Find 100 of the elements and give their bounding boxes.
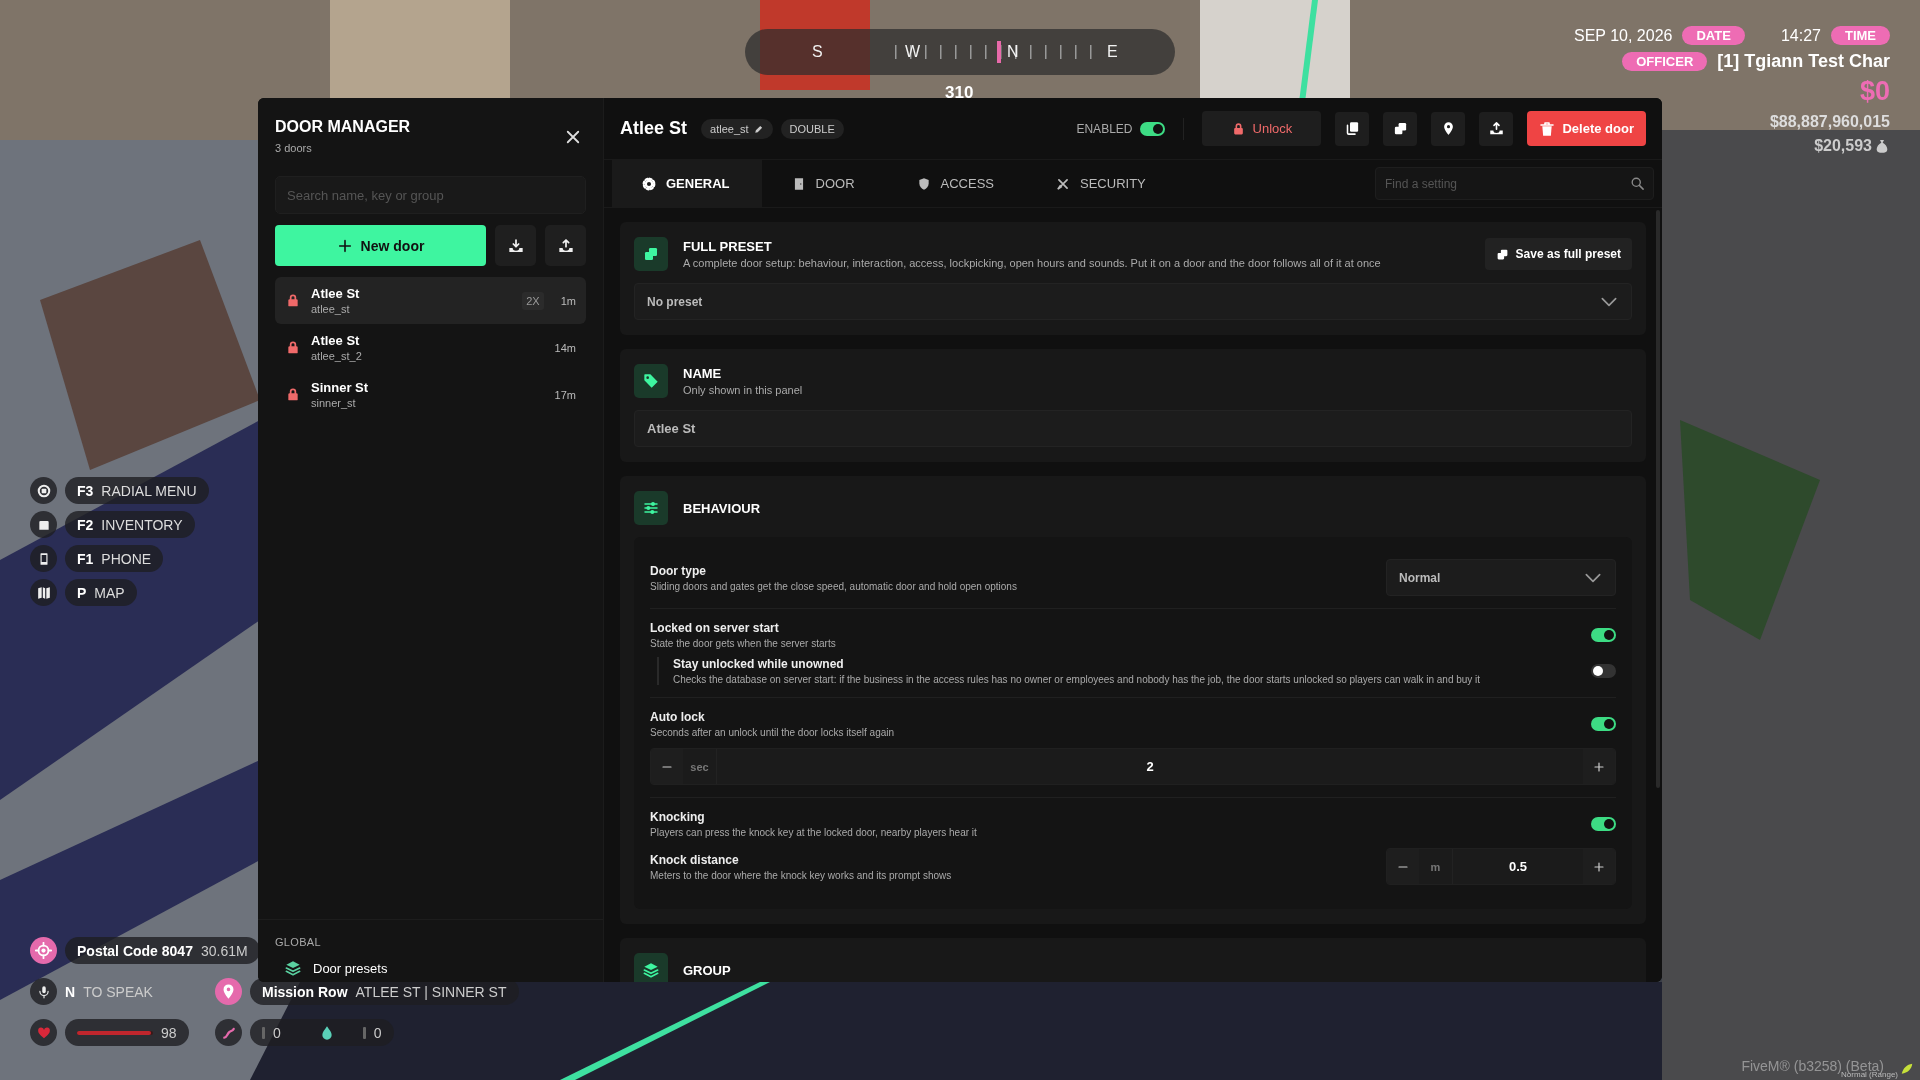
microphone-icon	[36, 984, 51, 999]
distance-text: 30.61M	[200, 942, 248, 959]
plus-icon	[1593, 760, 1605, 773]
toggle-switch[interactable]	[1591, 817, 1616, 831]
enabled-label: ENABLED	[1076, 121, 1133, 136]
type-tag: DOUBLE	[780, 118, 844, 139]
sidebar-link[interactable]: Door presets	[275, 960, 586, 976]
compass-direction: E	[1107, 43, 1118, 61]
setting-description: Seconds after an unlock until the door locks itself again	[650, 727, 896, 738]
tag-icon	[643, 373, 659, 389]
hotkey-label: RADIAL MENU	[101, 482, 197, 499]
voice-key: N	[65, 983, 76, 1000]
new-door-button[interactable]: New door	[275, 225, 486, 266]
hotkey-key: F1	[77, 550, 94, 567]
job-badge: OFFICER	[1622, 52, 1708, 71]
duplicate-icon	[1393, 121, 1408, 136]
door-key: atlee_st	[311, 303, 512, 315]
unit-label: sec	[683, 749, 717, 784]
setting-label: Door type	[650, 563, 707, 578]
upload-icon	[557, 237, 574, 254]
section-title: NAME	[683, 366, 723, 381]
dropdown-value: Normal	[1399, 570, 1441, 585]
value-field[interactable]: 0.5	[1453, 849, 1583, 884]
compass-direction: W	[905, 43, 921, 61]
door-count: 3 doors	[275, 142, 313, 154]
target-icon	[35, 942, 52, 959]
key-chip[interactable]: atlee_st	[701, 118, 773, 139]
download-icon	[507, 237, 524, 254]
gauge-icon	[262, 1026, 265, 1039]
unit-label: m	[1419, 849, 1453, 884]
door-list-item[interactable]: Atlee St atlee_st 2X 1m	[275, 277, 586, 324]
layers-icon	[285, 960, 301, 976]
door-list-item[interactable]: Atlee St atlee_st_2 14m	[275, 324, 586, 371]
compass-heading: 310	[945, 83, 974, 98]
location-button[interactable]	[1431, 111, 1466, 146]
toggle-switch[interactable]	[1140, 121, 1166, 136]
search-icon	[1630, 176, 1645, 191]
postal-code: Postal Code 8047	[77, 942, 193, 959]
door-badge: 2X	[522, 291, 544, 310]
name-field[interactable]: Atlee St	[634, 410, 1632, 447]
voice-label: TO SPEAK	[83, 983, 153, 1000]
bank-amount: $88,887,960,015	[1769, 113, 1890, 131]
date-text: SEP 10, 2026	[1574, 26, 1673, 45]
money-bag-icon	[1874, 138, 1890, 154]
tab[interactable]: SECURITY	[1026, 160, 1178, 207]
section-label: GLOBAL	[275, 936, 322, 948]
number-stepper[interactable]: m 0.5	[1386, 848, 1616, 885]
setting-label: Knock distance	[650, 852, 740, 867]
tab[interactable]: ACCESS	[886, 160, 1027, 207]
preset-dropdown[interactable]: No preset	[634, 283, 1632, 320]
dropdown[interactable]: Normal	[1386, 559, 1616, 596]
money-amount: $20,593	[1814, 137, 1872, 155]
value-field[interactable]: 2	[717, 749, 1583, 784]
area-name: Mission Row	[262, 983, 348, 1000]
pencil-icon	[753, 123, 764, 134]
hotkey-key: P	[77, 584, 87, 601]
door-name: Atlee St	[311, 286, 361, 301]
duplicate-icon	[1495, 247, 1509, 261]
section-subtitle: Only shown in this panel	[683, 384, 804, 396]
toggle-switch[interactable]	[1591, 664, 1616, 678]
heart-icon	[36, 1025, 51, 1040]
copy-button[interactable]	[1335, 111, 1370, 146]
setting-description: Meters to the door where the knock key works and its prompt shows	[650, 869, 953, 881]
setting-label: Auto lock	[650, 710, 706, 724]
hotkey-key: F2	[77, 516, 94, 533]
export-button[interactable]	[545, 225, 586, 266]
door-list-item[interactable]: Sinner St sinner_st 17m	[275, 371, 586, 418]
toggle-switch[interactable]	[1591, 717, 1616, 731]
door-age: 17m	[554, 388, 576, 401]
duplicate-button[interactable]	[1383, 111, 1418, 146]
sliders-icon	[643, 500, 659, 516]
leaf-icon	[1900, 1062, 1914, 1076]
setting-description: Checks the database on server start: if the business in the access rules has no owner or employees and nobody has the job, the door starts unlocked so players can walk in and buy it	[673, 674, 1482, 685]
toggle-switch[interactable]	[1591, 628, 1616, 642]
compass-direction: N	[1007, 43, 1019, 61]
door-key: atlee_st_2	[311, 350, 544, 362]
setting-label: Locked on server start	[650, 621, 780, 635]
trash-icon	[1539, 120, 1556, 137]
unlock-button[interactable]: Unlock	[1202, 111, 1322, 146]
upload-icon	[1489, 121, 1504, 136]
door-age: 14m	[554, 341, 576, 354]
search-field[interactable]: Search name, key or group	[275, 176, 586, 214]
door-age: 1m	[560, 294, 576, 307]
setting-search-field[interactable]: Find a setting	[1375, 167, 1654, 200]
location-pin-icon	[1441, 121, 1456, 136]
radial-icon	[36, 483, 51, 498]
section-title: FULL PRESET	[683, 239, 773, 254]
tab[interactable]: GENERAL	[612, 160, 762, 207]
export-button[interactable]	[1479, 111, 1514, 146]
setting-description: State the door gets when the server starts	[650, 638, 837, 649]
shield-icon	[916, 176, 931, 191]
cash-amount: $0	[1859, 76, 1890, 107]
number-stepper[interactable]: sec 2	[650, 748, 1616, 785]
plus-icon	[1593, 860, 1605, 873]
layers-icon	[643, 962, 659, 978]
section-title: GROUP	[683, 962, 732, 978]
delete-door-button[interactable]: Delete door	[1527, 111, 1646, 146]
save-preset-button[interactable]: Save as full preset	[1484, 238, 1632, 270]
import-button[interactable]	[495, 225, 536, 266]
tab[interactable]: DOOR	[761, 160, 887, 207]
